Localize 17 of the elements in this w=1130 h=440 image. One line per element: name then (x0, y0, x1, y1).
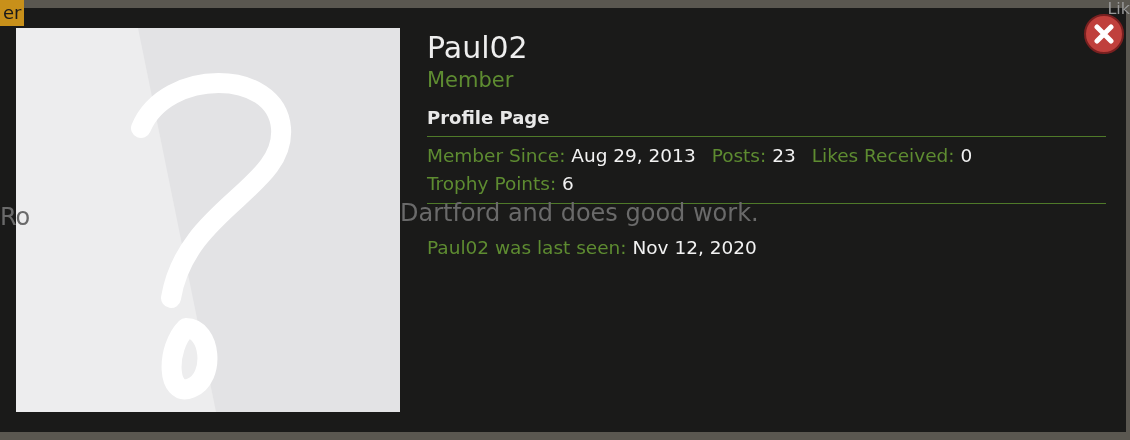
tag-label: er (0, 0, 25, 26)
close-icon (1094, 24, 1114, 44)
profile-page-link[interactable]: Profile Page (427, 104, 550, 132)
stat-value: 6 (562, 173, 574, 195)
stat-label: Member Since: (427, 145, 566, 167)
stat-label: Posts: (711, 145, 767, 167)
username: Paul02 (427, 30, 529, 66)
stat-value: 23 (772, 145, 796, 167)
last-seen-label: Paul02 was last seen: (427, 237, 627, 259)
last-seen-value: Nov 12, 2020 (632, 237, 757, 259)
sentence-text: Dartford and does good work. (400, 200, 759, 226)
stat-value: 0 (960, 145, 973, 167)
stat-label: Trophy Points: (427, 173, 557, 195)
stat-value: Aug 29, 2013 (571, 145, 696, 167)
side-text: Lik (1107, 0, 1130, 18)
member-title: Member (427, 67, 515, 94)
stat-label: Likes Received: (811, 145, 955, 167)
